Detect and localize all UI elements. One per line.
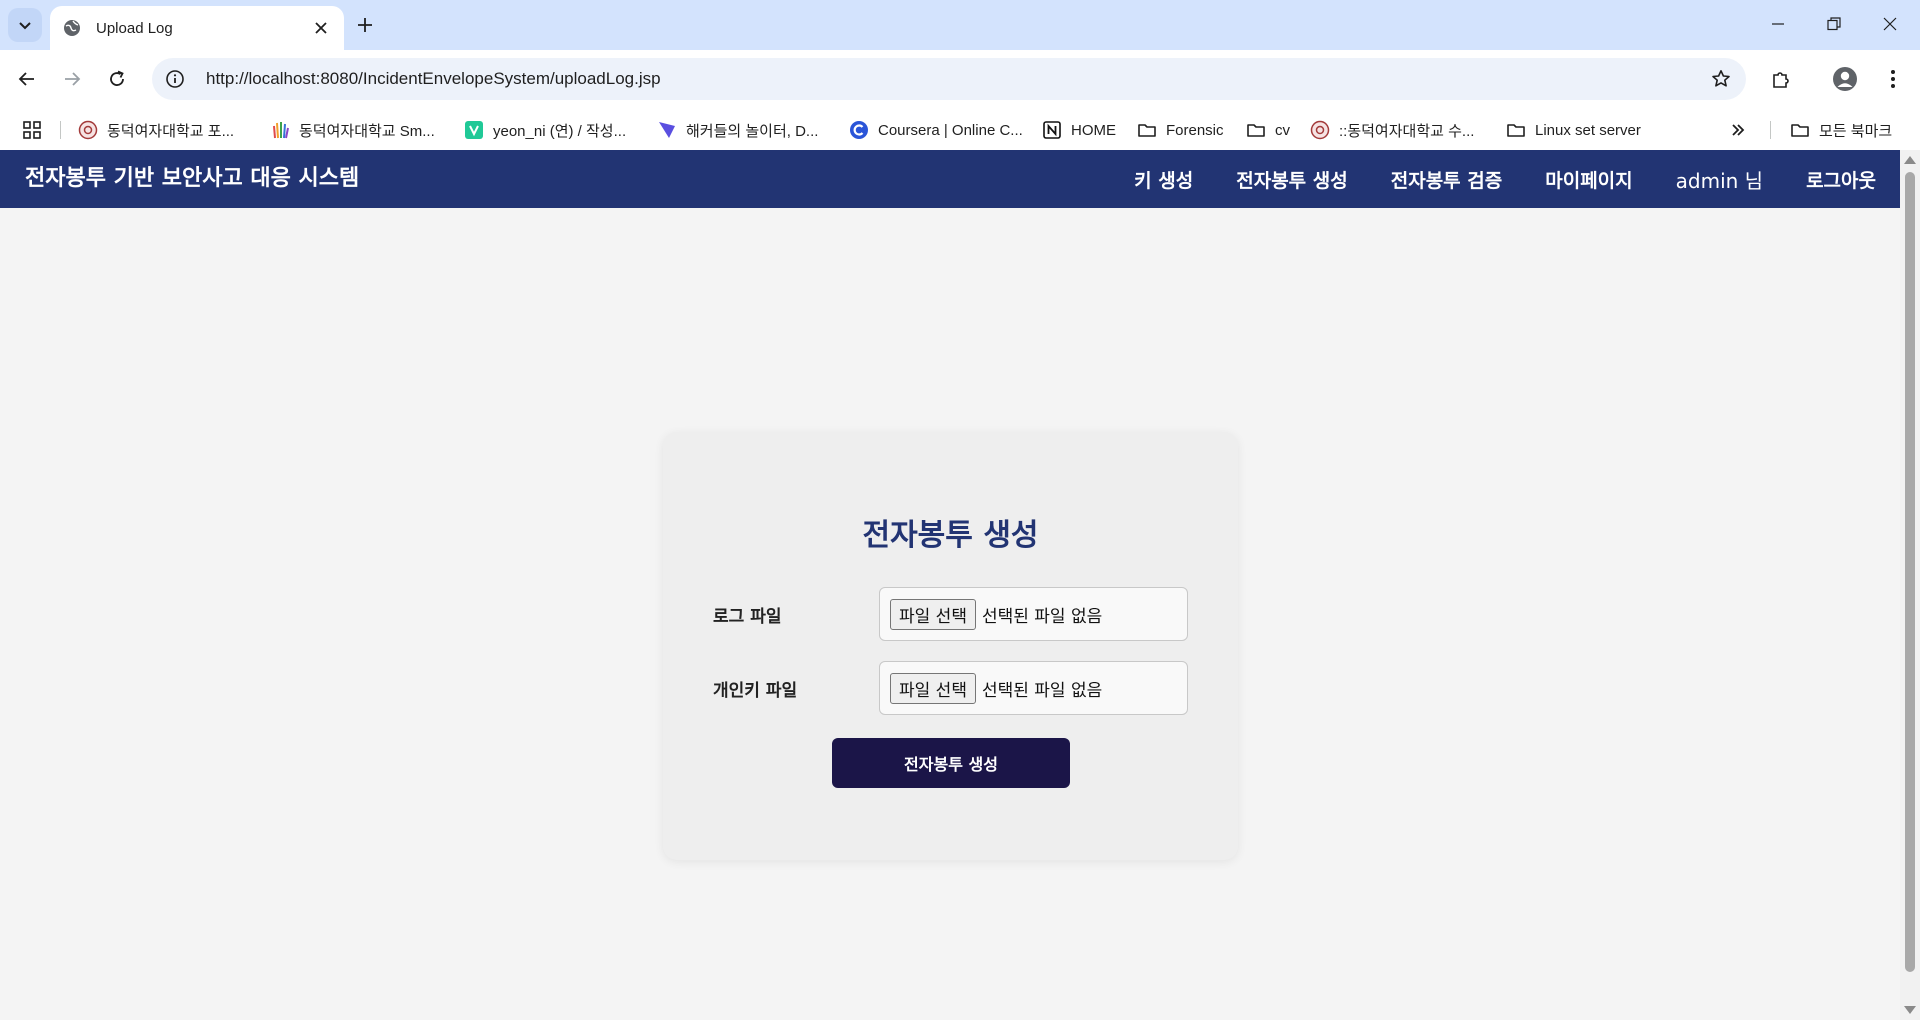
tab-search-button[interactable] (8, 8, 42, 42)
nav-keygen-link[interactable]: 키 생성 (1134, 166, 1193, 193)
double-chevron-right-icon (1732, 124, 1745, 136)
bookmark-item[interactable]: cv (1246, 118, 1290, 142)
bookmark-item[interactable]: 동덕여자대학교 Sm... (270, 118, 435, 142)
tab-strip: Upload Log (0, 0, 1920, 50)
nav-logout-link[interactable]: 로그아웃 (1806, 166, 1876, 193)
new-tab-button[interactable] (350, 10, 380, 40)
private-key-input[interactable]: 파일 선택 선택된 파일 없음 (879, 661, 1188, 715)
tab-close-button[interactable] (310, 17, 332, 39)
scroll-down-arrow[interactable] (1904, 1006, 1916, 1014)
browser-tab-active[interactable]: Upload Log (50, 6, 344, 50)
extensions-button[interactable] (1764, 62, 1798, 96)
bookmark-separator (1770, 121, 1771, 139)
bookmark-item[interactable]: HOME (1042, 118, 1116, 142)
bookmark-item[interactable]: ::동덕여자대학교 수... (1310, 118, 1474, 142)
dreamhack-icon (657, 120, 677, 140)
nav-verify-link[interactable]: 전자봉투 검증 (1391, 166, 1503, 193)
minimize-button[interactable] (1750, 0, 1806, 48)
plus-icon (358, 18, 372, 32)
more-bookmarks-button[interactable] (1730, 118, 1746, 142)
university-seal-icon (78, 120, 98, 140)
site-info-icon[interactable] (164, 68, 186, 90)
page-content: 전자봉투 기반 보안사고 대응 시스템 키 생성 전자봉투 생성 전자봉투 검증… (0, 150, 1900, 1020)
nav-user-label: admin 님 (1675, 168, 1764, 193)
scroll-up-arrow[interactable] (1904, 156, 1916, 164)
reload-button[interactable] (100, 62, 134, 96)
nav-create-link[interactable]: 전자봉투 생성 (1236, 166, 1348, 193)
notion-icon (1042, 120, 1062, 140)
bookmark-item[interactable]: Linux set server (1506, 118, 1641, 142)
hand-logo-icon (270, 120, 290, 140)
apps-button[interactable] (22, 118, 42, 142)
coursera-icon (849, 120, 869, 140)
window-close-button[interactable] (1862, 0, 1918, 48)
close-icon (315, 22, 327, 34)
private-key-label: 개인키 파일 (713, 680, 798, 701)
log-file-choose-button[interactable]: 파일 선택 (890, 598, 976, 630)
bookmark-item[interactable]: 동덕여자대학교 포... (78, 118, 234, 142)
private-key-status: 선택된 파일 없음 (981, 680, 1103, 701)
minimize-icon (1772, 23, 1784, 25)
back-button[interactable] (10, 62, 44, 96)
log-file-input[interactable]: 파일 선택 선택된 파일 없음 (879, 587, 1188, 641)
restore-icon (1827, 17, 1841, 31)
apps-grid-icon (23, 121, 41, 139)
browser-toolbar: http://localhost:8080/IncidentEnvelopeSy… (0, 50, 1920, 108)
puzzle-icon (1773, 72, 1789, 88)
university-seal-icon (1310, 120, 1330, 140)
browser-menu-button[interactable] (1876, 62, 1910, 96)
log-file-label: 로그 파일 (713, 606, 782, 627)
arrow-left-icon (18, 72, 34, 86)
app-navbar: 전자봉투 기반 보안사고 대응 시스템 키 생성 전자봉투 생성 전자봉투 검증… (0, 150, 1900, 208)
bookmark-separator (60, 121, 61, 139)
page-scrollbar[interactable] (1900, 150, 1920, 1020)
tab-title: Upload Log (96, 19, 173, 37)
bookmark-item[interactable]: Forensic (1137, 118, 1224, 142)
private-key-choose-button[interactable]: 파일 선택 (890, 672, 976, 704)
scroll-thumb[interactable] (1905, 172, 1915, 972)
chevron-down-icon (19, 22, 31, 30)
folder-icon (1506, 120, 1526, 140)
form-title: 전자봉투 생성 (862, 518, 1039, 553)
arrow-right-icon (65, 72, 81, 86)
url-text[interactable]: http://localhost:8080/IncidentEnvelopeSy… (206, 69, 1708, 89)
bookmark-item[interactable]: Coursera | Online C... (849, 118, 1023, 142)
private-key-row: 개인키 파일 파일 선택 선택된 파일 없음 (713, 661, 1188, 715)
profile-button[interactable] (1828, 62, 1862, 96)
folder-icon (1246, 120, 1266, 140)
all-bookmarks-button[interactable]: 모든 북마크 (1790, 118, 1892, 142)
reload-icon (110, 70, 124, 86)
folder-icon (1137, 120, 1157, 140)
close-icon (1883, 17, 1897, 31)
log-file-row: 로그 파일 파일 선택 선택된 파일 없음 (713, 587, 1188, 641)
app-brand[interactable]: 전자봉투 기반 보안사고 대응 시스템 (25, 150, 359, 208)
restore-button[interactable] (1806, 0, 1862, 48)
folder-icon (1790, 120, 1810, 140)
log-file-status: 선택된 파일 없음 (981, 606, 1103, 627)
avatar-icon (1833, 67, 1857, 91)
create-envelope-button[interactable]: 전자봉투 생성 (832, 738, 1070, 788)
bookmark-item[interactable]: 해커들의 놀이터, D... (657, 118, 818, 142)
nav-links: 키 생성 전자봉투 생성 전자봉투 검증 마이페이지 admin 님 로그아웃 (1091, 150, 1876, 208)
globe-icon (64, 20, 80, 36)
address-bar[interactable]: http://localhost:8080/IncidentEnvelopeSy… (152, 58, 1746, 100)
bookmarks-bar: 동덕여자대학교 포... 동덕여자대학교 Sm... yeon_ni (연) /… (0, 108, 1920, 150)
envelope-form-card: 전자봉투 생성 로그 파일 파일 선택 선택된 파일 없음 개인키 파일 파일 … (663, 432, 1238, 860)
more-vertical-icon (1891, 70, 1895, 88)
forward-button[interactable] (55, 62, 89, 96)
bookmark-star-icon[interactable] (1708, 66, 1734, 92)
nav-mypage-link[interactable]: 마이페이지 (1545, 166, 1632, 193)
velog-icon (464, 120, 484, 140)
bookmark-item[interactable]: yeon_ni (연) / 작성... (464, 118, 626, 142)
